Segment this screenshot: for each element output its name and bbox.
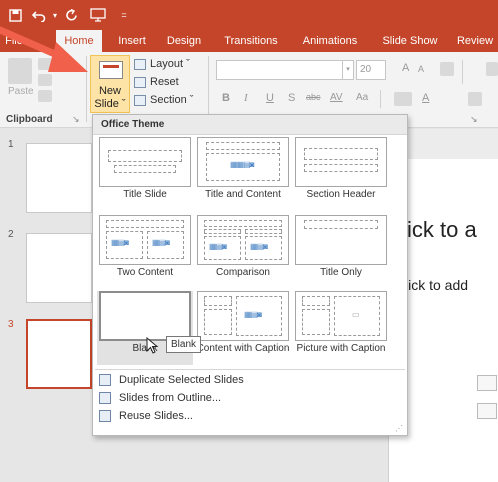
layout-two-content[interactable]: ▦▤◙ ▦▤◙ Two Content [97,215,193,289]
layout-comparison[interactable]: ▦▤◙ ▦▤◙ Comparison [195,215,291,289]
tab-slide-show[interactable]: Slide Show [378,30,442,52]
layout-name: Comparison [216,267,270,278]
mouse-cursor-icon [146,337,159,354]
section-label: Section ˇ [150,94,194,106]
tab-design[interactable]: Design [162,30,206,52]
new-slide-icon [99,61,123,79]
layout-content-with-caption[interactable]: ▦▤◙ Content with Caption [195,291,291,365]
tab-insert[interactable]: Insert [112,30,152,52]
slide-thumbnail-selected[interactable] [26,319,92,389]
grow-font-button[interactable]: A [402,62,409,74]
bullets-icon[interactable] [486,62,498,76]
gallery-theme-header: Office Theme [93,115,407,135]
layout-name: Section Header [306,189,376,200]
thumb-number: 1 [8,139,14,150]
group-divider [208,56,209,122]
layout-name: Content with Caption [196,343,290,354]
layout-picture-with-caption[interactable]: ▭ Picture with Caption [293,291,389,365]
layout-title-and-content[interactable]: ▦▦▤◙ Title and Content [195,137,291,211]
title-placeholder[interactable]: ick to a [407,217,477,243]
reuse-slides-icon [99,410,111,422]
layout-tooltip: Blank [166,336,202,353]
layout-thumbnail: ▦▤◙ ▦▤◙ [99,215,191,265]
group-divider [380,90,381,108]
slide-thumbnail[interactable] [26,233,92,303]
slide-thumbnail-pane: 1 2 3 [0,129,92,482]
strikethrough-button[interactable]: abc [306,92,321,102]
reuse-slides-item[interactable]: Reuse Slides... [97,407,403,425]
tab-review[interactable]: Review [452,30,498,52]
font-color-button[interactable]: A [422,92,429,104]
layout-title-slide[interactable]: Title Slide [97,137,193,211]
new-slide-layout-gallery: Office Theme Title Slide ▦▦▤◙ Title and … [92,114,408,436]
clipboard-group-label: Clipboard [6,114,53,125]
annotation-arrow-icon [0,26,88,72]
underline-button[interactable]: U [266,92,274,104]
layout-name: Picture with Caption [296,343,386,354]
shadow-button[interactable]: S [288,92,295,104]
layout-thumbnail: ▦▦▤◙ [197,137,289,187]
font-size-combo[interactable]: 20 [356,60,386,80]
reset-icon [134,76,146,88]
layout-icon [134,58,146,70]
font-name-combo[interactable] [216,60,354,80]
reset-label: Reset [150,76,179,88]
content-placeholder[interactable]: lick to add [405,277,468,293]
insert-picture-icon[interactable] [477,403,497,419]
insert-table-icon[interactable] [477,375,497,391]
bold-button[interactable]: B [222,92,230,104]
thumb-number: 3 [8,319,14,330]
menu-divider [95,369,405,370]
layout-title-only[interactable]: Title Only [293,215,389,289]
italic-button[interactable]: I [244,92,248,104]
character-spacing-button[interactable]: AV [330,92,343,103]
slides-from-outline-item[interactable]: Slides from Outline... [97,389,403,407]
layout-thumbnail [295,137,387,187]
layout-thumbnail: ▭ [295,291,387,341]
menu-label: Reuse Slides... [119,410,193,422]
section-button[interactable]: Section ˇ [134,94,193,106]
layout-name: Title and Content [205,189,281,200]
change-case-button[interactable]: Aa [356,92,368,103]
clear-format-icon[interactable] [440,62,454,76]
layout-label: Layout ˇ [150,58,190,70]
layout-button[interactable]: Layout ˇ [134,58,190,70]
layout-thumbnail [99,137,191,187]
clipboard-launcher-icon[interactable]: ↘ [72,114,80,125]
layout-thumbnail [99,291,191,341]
shrink-font-button[interactable]: A [418,64,424,74]
font-launcher-icon[interactable]: ↘ [470,114,478,125]
layout-name: Two Content [116,267,174,278]
slide-thumbnail[interactable] [26,143,92,213]
layout-thumbnail: ▦▤◙ [197,291,289,341]
section-icon [134,94,146,106]
layout-blank[interactable]: Blank [97,291,193,365]
new-slide-label-2: Slide ˇ [94,98,126,110]
layout-name: Title Only [320,267,362,278]
resize-grip-icon[interactable]: ⋰ [395,424,403,433]
group-divider [462,60,463,84]
qat-more-icon[interactable]: = [118,4,130,26]
menu-label: Duplicate Selected Slides [119,374,244,386]
tab-transitions[interactable]: Transitions [220,30,282,52]
reset-button[interactable]: Reset [134,76,179,88]
tab-animations[interactable]: Animations [298,30,362,52]
layout-thumbnail [295,215,387,265]
font-name-dropdown-icon[interactable]: ▾ [342,60,354,80]
align-icon[interactable] [468,92,482,106]
menu-label: Slides from Outline... [119,392,222,404]
duplicate-slides-icon [99,374,111,386]
thumb-number: 2 [8,229,14,240]
layout-thumbnail: ▦▤◙ ▦▤◙ [197,215,289,265]
duplicate-selected-slides-item[interactable]: Duplicate Selected Slides [97,371,403,389]
format-painter-icon[interactable] [38,90,52,102]
layout-name: Title Slide [123,189,167,200]
highlight-icon[interactable] [394,92,412,106]
outline-icon [99,392,111,404]
layout-section-header[interactable]: Section Header [293,137,389,211]
